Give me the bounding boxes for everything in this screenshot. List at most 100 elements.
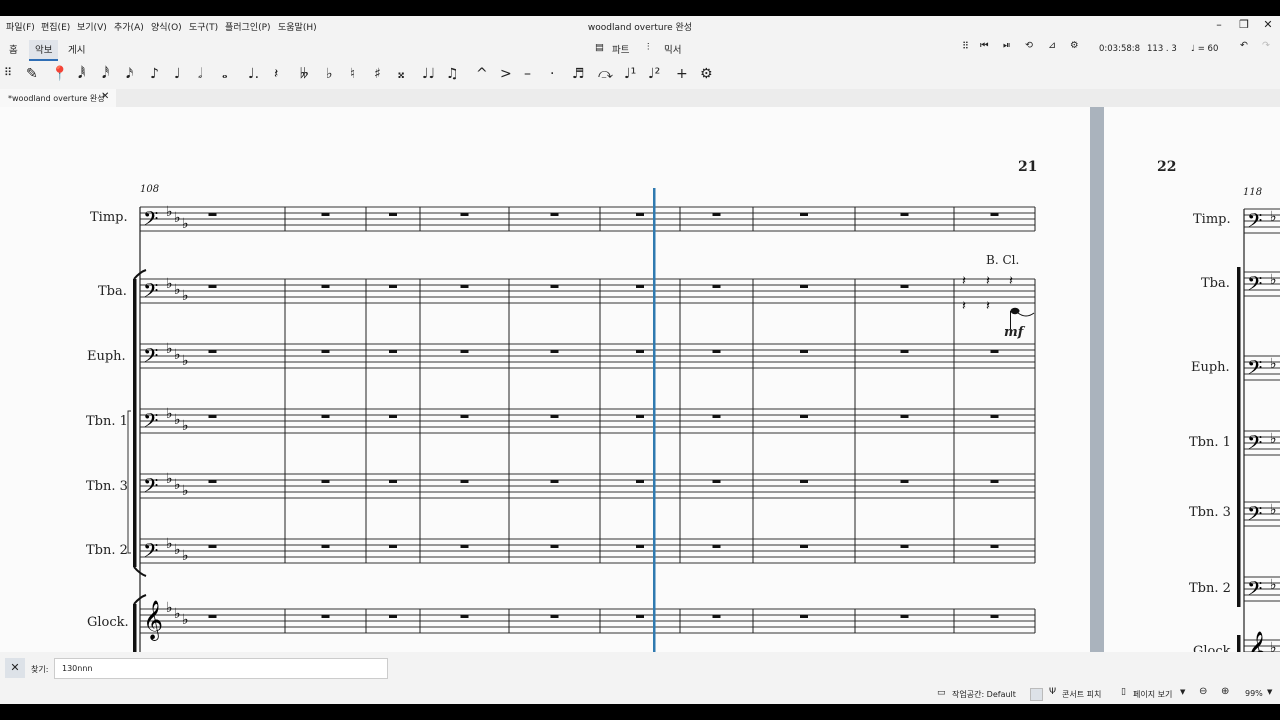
whole-rest bbox=[321, 350, 330, 353]
mixer-button[interactable]: 믹서 bbox=[664, 42, 681, 56]
flat-icon: ♭ bbox=[1270, 209, 1277, 225]
page-view-selector[interactable]: 페이지 보기 bbox=[1133, 689, 1172, 700]
pencil-icon[interactable]: ✎ bbox=[26, 66, 38, 82]
whole-rest bbox=[636, 545, 644, 548]
quarter-note-icon[interactable]: ♩ bbox=[174, 66, 181, 82]
chevron-down-icon[interactable]: ▼ bbox=[1180, 688, 1185, 696]
pin-icon[interactable]: 📍 bbox=[51, 66, 68, 82]
workspace-selector[interactable]: 작업공간: Default bbox=[952, 689, 1016, 700]
title-bar: 파일(F) 편집(E) 보기(V) 추가(A) 양식(O) 도구(T) 플러그인… bbox=[0, 16, 1280, 36]
flat-icon: ♭ bbox=[182, 548, 189, 564]
natural-icon[interactable]: ♮ bbox=[350, 66, 355, 82]
whole-rest bbox=[389, 615, 397, 618]
main-tab-bar: 홈 악보 게시 ▤ 파트 ⫶ 믹서 ⠿ ⏮ ⏯ ⟲ ⊿ ⚙ 0:03:58:8 … bbox=[0, 36, 1280, 62]
score-page-next[interactable]: 22 118 Timp. Tba. Euph. Tbn. 1 Tbn. 3 Tb… bbox=[1104, 107, 1280, 652]
tie-icon[interactable]: ♩♩ bbox=[422, 66, 435, 82]
tab-publish[interactable]: 게시 bbox=[64, 42, 89, 56]
voice-2-icon[interactable]: ♩² bbox=[648, 66, 660, 82]
score-page[interactable]: 21 108 Timp. Tba. Euph. Tbn. 1 Tbn. 3 Tb… bbox=[0, 107, 1092, 652]
zoom-out-icon[interactable]: ⊖ bbox=[1199, 686, 1207, 697]
eighth-note-icon[interactable]: ♪ bbox=[150, 66, 159, 82]
playback-settings-icon[interactable]: ⚙ bbox=[1070, 40, 1079, 51]
voice-1-icon[interactable]: ♩¹ bbox=[624, 66, 636, 82]
whole-rest bbox=[800, 285, 808, 288]
zoom-in-icon[interactable]: ⊕ bbox=[1221, 686, 1229, 697]
clef-icon: 𝄢 bbox=[1247, 272, 1262, 300]
chevron-down-icon[interactable]: ▼ bbox=[1267, 688, 1272, 696]
whole-rest bbox=[712, 213, 721, 216]
clef-icon: 𝄢 bbox=[1247, 502, 1262, 530]
double-sharp-icon[interactable]: 𝄪 bbox=[398, 66, 404, 82]
whole-rest bbox=[208, 480, 217, 483]
parts-icon[interactable]: ▤ bbox=[595, 42, 604, 53]
concert-pitch-toggle[interactable]: 콘서트 피치 bbox=[1062, 689, 1101, 700]
close-window-icon[interactable]: ✕ bbox=[1258, 18, 1278, 31]
staff-system[interactable]: 𝄢 ♭𝄢 ♭𝄢 ♭𝄢 ♭𝄢 ♭𝄢 ♭𝄞 ♭ bbox=[1104, 107, 1280, 652]
whole-rest bbox=[321, 285, 330, 288]
slur-icon[interactable]: ♫ bbox=[446, 66, 459, 82]
tab-score[interactable]: 악보 bbox=[29, 40, 59, 61]
mixer-icon[interactable]: ⫶ bbox=[647, 42, 649, 53]
tab-home[interactable]: 홈 bbox=[5, 42, 22, 56]
document-tab-title[interactable]: *woodland overture 완성 bbox=[8, 93, 105, 104]
32nd-note-icon[interactable]: 𝅘𝅥𝅰 bbox=[102, 66, 109, 82]
whole-rest bbox=[800, 615, 808, 618]
whole-rest bbox=[800, 213, 808, 216]
zoom-level[interactable]: 99% bbox=[1245, 689, 1263, 698]
flat-icon: ♭ bbox=[182, 216, 189, 232]
maximize-icon[interactable]: ❐ bbox=[1234, 18, 1254, 31]
minimize-icon[interactable]: – bbox=[1209, 18, 1229, 31]
whole-rest bbox=[208, 350, 217, 353]
parts-button[interactable]: 파트 bbox=[612, 42, 629, 56]
flip-direction-icon[interactable]: ⤼ bbox=[598, 66, 613, 82]
tenuto-icon[interactable]: – bbox=[524, 66, 531, 82]
toolbar-settings-icon[interactable]: ⚙ bbox=[700, 66, 713, 82]
staff-system[interactable]: 𝄢 ♭ ♭ ♭𝄢 ♭ ♭ ♭𝄢 ♭ ♭ ♭𝄢 ♭ ♭ ♭𝄢 ♭ ♭ ♭𝄢 ♭ ♭ ♭𝄞 ♭ ♭ ♭𝄽 𝄽 𝄽𝄽 𝄽 bbox=[0, 107, 1092, 652]
whole-rest bbox=[550, 615, 559, 618]
flat-icon: ♭ bbox=[166, 276, 173, 292]
half-note-icon[interactable]: 𝅗𝅥 bbox=[198, 66, 202, 82]
drag-handle-icon[interactable]: ⠿ bbox=[962, 41, 969, 52]
64th-note-icon[interactable]: 𝅘𝅥𝅱 bbox=[78, 66, 85, 82]
rewind-icon[interactable]: ⏮ bbox=[980, 40, 989, 51]
play-icon[interactable]: ⏯ bbox=[1003, 40, 1011, 51]
whole-note-icon[interactable]: 𝅝 bbox=[222, 66, 228, 82]
flat-icon: ♭ bbox=[166, 406, 173, 422]
drag-handle-icon[interactable]: ⠿ bbox=[4, 66, 12, 79]
whole-rest bbox=[460, 480, 469, 483]
close-find-icon[interactable]: ✕ bbox=[5, 658, 25, 678]
cue-rest: 𝄽 bbox=[986, 299, 990, 314]
loop-icon[interactable]: ⟲ bbox=[1025, 40, 1033, 51]
marcato-icon[interactable]: ^ bbox=[476, 66, 488, 82]
whole-rest bbox=[636, 213, 644, 216]
page-gutter bbox=[1090, 107, 1104, 652]
redo-icon[interactable]: ↷ bbox=[1262, 40, 1270, 51]
concert-pitch-checkbox[interactable] bbox=[1030, 688, 1043, 701]
staccato-icon[interactable]: · bbox=[550, 66, 554, 82]
close-tab-icon[interactable]: ✕ bbox=[101, 91, 109, 102]
flat-icon: ♭ bbox=[1270, 577, 1277, 593]
whole-rest bbox=[712, 545, 721, 548]
find-input[interactable]: 130nnn bbox=[62, 664, 92, 673]
double-flat-icon[interactable]: 𝄫 bbox=[300, 66, 308, 82]
flat-icon: ♭ bbox=[174, 210, 181, 226]
status-bar: ▭ 작업공간: Default Ψ 콘서트 피치 ▯ 페이지 보기 ▼ ⊖ ⊕ … bbox=[0, 684, 1280, 704]
whole-rest bbox=[460, 615, 469, 618]
bracket bbox=[1237, 635, 1241, 652]
page-view-icon[interactable]: ▯ bbox=[1121, 687, 1126, 697]
metronome-icon[interactable]: ⊿ bbox=[1048, 40, 1056, 51]
accent-icon[interactable]: > bbox=[500, 66, 512, 82]
undo-icon[interactable]: ↶ bbox=[1240, 40, 1248, 51]
dot-icon[interactable]: ♩. bbox=[248, 66, 259, 82]
flat-icon[interactable]: ♭ bbox=[326, 66, 333, 82]
whole-rest bbox=[321, 415, 330, 418]
tuplet-icon[interactable]: ♬ bbox=[572, 66, 585, 82]
whole-rest bbox=[636, 285, 644, 288]
clef-icon: 𝄢 bbox=[1247, 431, 1262, 459]
find-bar: ✕ 찾기: 130nnn bbox=[0, 652, 1280, 684]
add-icon[interactable]: + bbox=[676, 66, 688, 82]
rest-icon[interactable]: 𝄽 bbox=[274, 66, 278, 82]
16th-note-icon[interactable]: 𝅘𝅥𝅯 bbox=[126, 66, 133, 82]
sharp-icon[interactable]: ♯ bbox=[374, 66, 381, 82]
workspace-icon[interactable]: ▭ bbox=[937, 688, 946, 698]
